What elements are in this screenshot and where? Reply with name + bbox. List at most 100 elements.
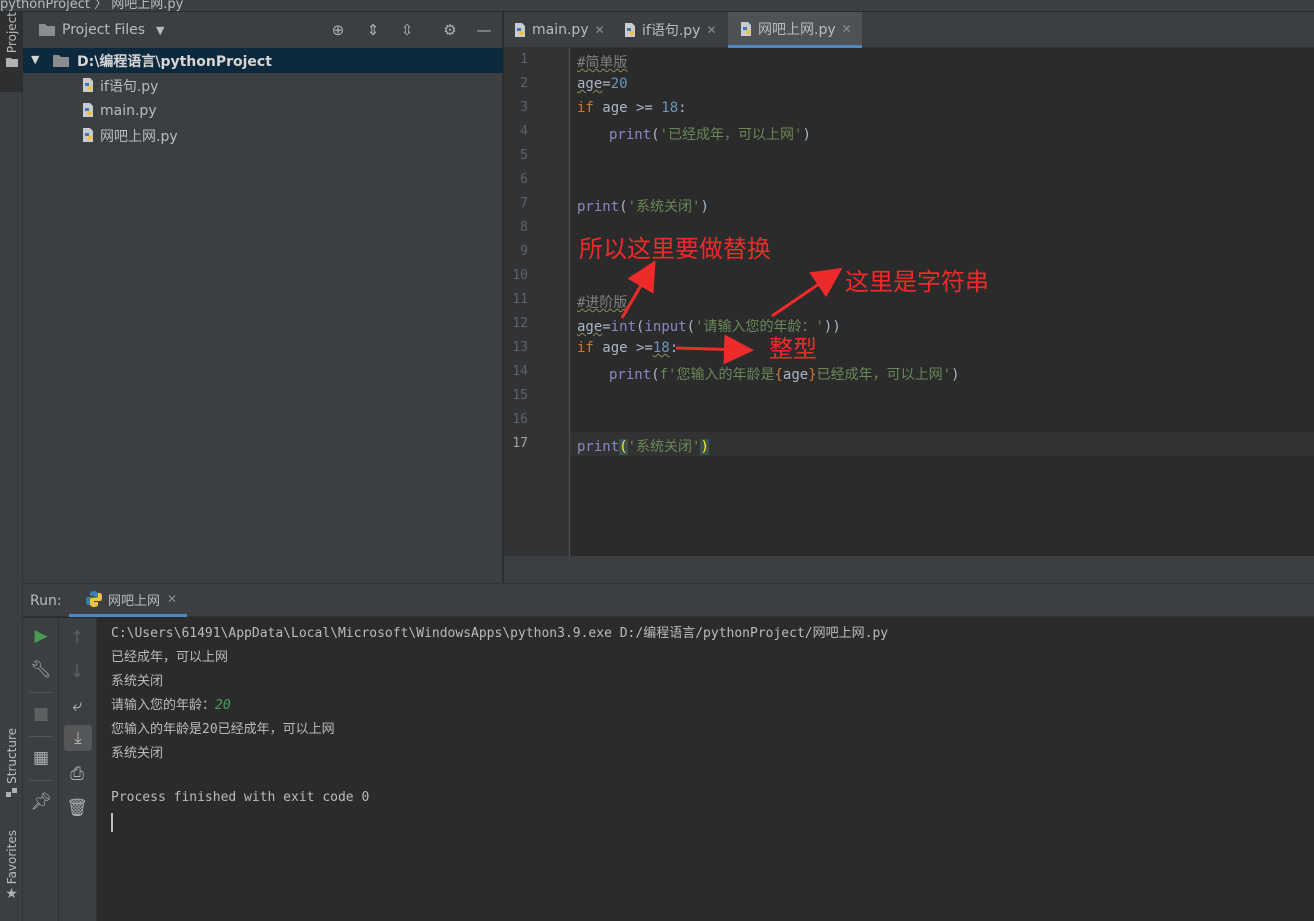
expand-all-icon[interactable]: ⇕: [364, 21, 382, 39]
play-icon[interactable]: ▶: [23, 626, 59, 646]
chevron-down-icon[interactable]: ▼: [31, 53, 39, 66]
line-number: 2: [520, 76, 528, 91]
project-panel: Project Files ▼ ⊕ ⇕ ⇳ ⚙ — ▼ D:\编程语言\pyth…: [23, 12, 503, 583]
line-number: 16: [512, 412, 528, 427]
toolbar-separator: [29, 736, 53, 737]
gear-icon[interactable]: ⚙: [441, 21, 459, 39]
line-number: 4: [520, 124, 528, 139]
run-tab-label: 网吧上网: [108, 593, 161, 609]
code-line-4: print('已经成年，可以上网'): [609, 127, 811, 143]
dropdown-caret-icon[interactable]: ▼: [156, 24, 164, 37]
console-caret[interactable]: [111, 813, 113, 832]
scroll-to-end-icon[interactable]: ⤓: [64, 725, 92, 751]
project-panel-header: Project Files ▼ ⊕ ⇕ ⇳ ⚙ —: [23, 12, 503, 48]
structure-icon: [5, 787, 17, 797]
tree-root-label: D:\编程语言\pythonProject: [77, 53, 272, 70]
print-icon[interactable]: ⎙: [59, 764, 95, 784]
arrow-up-icon[interactable]: ↑: [59, 628, 95, 648]
line-number: 5: [520, 148, 528, 163]
line-number: 10: [512, 268, 528, 283]
layout-icon[interactable]: ▦: [23, 748, 59, 768]
python-file-icon: [515, 23, 525, 37]
tab-netcafe-py[interactable]: 网吧上网.py ✕: [728, 12, 862, 48]
console-prompt: 请输入您的年龄：: [111, 698, 216, 713]
run-tool-header: Run: 网吧上网 ✕: [23, 583, 1314, 617]
python-file-icon: [625, 23, 635, 37]
annotation-string: 这里是字符串: [845, 268, 989, 296]
tree-file-row[interactable]: main.py: [23, 98, 503, 123]
code-line-1: #简单版: [577, 55, 628, 71]
console-prompt-line: 请输入您的年龄：20: [111, 694, 231, 713]
line-number: 7: [520, 196, 528, 211]
close-icon[interactable]: ✕: [842, 22, 852, 36]
arrow-down-icon[interactable]: ↓: [59, 662, 95, 682]
editor-horizontal-scrollbar[interactable]: [504, 556, 1314, 583]
close-icon[interactable]: ✕: [595, 23, 605, 37]
breadcrumb[interactable]: pythonProject 〉 网吧上网.py: [0, 0, 183, 11]
line-number: 17: [512, 436, 528, 451]
console-output: 已经成年，可以上网: [111, 650, 229, 665]
toolbar-separator: [29, 692, 53, 693]
python-icon: [86, 591, 102, 607]
soft-wrap-icon[interactable]: ⤶: [59, 696, 95, 716]
console-output: 您输入的年龄是20已经成年，可以上网: [111, 722, 335, 737]
tree-file-label: 网吧上网.py: [100, 128, 178, 145]
project-view-selector[interactable]: Project Files: [62, 22, 145, 38]
favorites-tool-tab[interactable]: Favorites ★: [0, 830, 23, 916]
line-number: 1: [520, 52, 528, 67]
python-file-icon: [83, 103, 93, 117]
trash-icon[interactable]: 🗑︎: [59, 798, 95, 818]
minimize-icon[interactable]: —: [475, 21, 493, 39]
close-icon[interactable]: ✕: [167, 592, 177, 606]
tab-if-py[interactable]: if语句.py ✕: [622, 12, 717, 48]
tree-file-label: if语句.py: [100, 78, 159, 95]
console-output: 系统关闭: [111, 674, 164, 689]
line-number: 12: [512, 316, 528, 331]
line-number: 13: [512, 340, 528, 355]
code-line-14: print(f'您输入的年龄是{age}已经成年，可以上网'): [609, 367, 960, 383]
collapse-all-icon[interactable]: ⇳: [398, 21, 416, 39]
code-line-11: #进阶版: [577, 295, 628, 311]
code-line-2: age=20: [577, 76, 628, 92]
close-icon[interactable]: ✕: [706, 23, 716, 37]
run-console[interactable]: C:\Users\61491\AppData\Local\Microsoft\W…: [97, 618, 1314, 921]
run-tab[interactable]: 网吧上网 ✕: [69, 584, 188, 617]
tab-label: 网吧上网.py: [758, 21, 836, 38]
star-icon: ★: [5, 886, 18, 903]
tree-file-row[interactable]: 网吧上网.py: [23, 123, 503, 148]
tab-label: if语句.py: [642, 23, 701, 39]
tree-file-row[interactable]: if语句.py: [23, 73, 503, 98]
project-tool-label: Project: [4, 12, 19, 54]
navigation-bar: pythonProject 〉 网吧上网.py: [0, 0, 1314, 12]
folder-icon: [5, 58, 18, 68]
toolbar-separator: [29, 780, 53, 781]
console-exit-message: Process finished with exit code 0: [111, 790, 370, 805]
code-line-7: print('系统关闭'): [577, 199, 709, 215]
folder-icon: [39, 24, 55, 36]
stop-icon[interactable]: ■: [23, 704, 59, 724]
line-number: 15: [512, 388, 528, 403]
favorites-tool-label: Favorites: [4, 830, 19, 885]
line-number: 9: [520, 244, 528, 259]
run-toolbar-secondary: ↑ ↓ ⤶ ⤓ ⎙ 🗑︎: [59, 618, 97, 921]
structure-tool-tab[interactable]: Structure: [0, 728, 23, 812]
crosshair-icon[interactable]: ⊕: [329, 21, 347, 39]
structure-tool-label: Structure: [4, 728, 19, 784]
tab-main-py[interactable]: main.py ✕: [512, 12, 605, 48]
editor-tab-bar: main.py ✕ if语句.py ✕ 网吧上网.py ✕: [504, 12, 1314, 48]
run-toolbar-primary: ▶ 🔧︎ ■ ▦ 📌︎: [23, 618, 59, 921]
python-file-icon: [83, 128, 93, 142]
tree-root-row[interactable]: ▼ D:\编程语言\pythonProject: [23, 48, 503, 73]
pin-icon[interactable]: 📌︎: [23, 792, 59, 812]
annotation-replace: 所以这里要做替换: [579, 235, 771, 263]
line-number: 8: [520, 220, 528, 235]
wrench-icon[interactable]: 🔧︎: [23, 660, 59, 680]
line-number: 3: [520, 100, 528, 115]
project-tool-tab[interactable]: Project: [0, 12, 23, 92]
code-line-17: print('系统关闭'): [577, 439, 709, 455]
python-file-icon: [741, 21, 751, 36]
console-user-input: 20: [215, 698, 231, 713]
line-number: 6: [520, 172, 528, 187]
line-number: 11: [512, 292, 528, 307]
tree-file-label: main.py: [100, 102, 157, 119]
